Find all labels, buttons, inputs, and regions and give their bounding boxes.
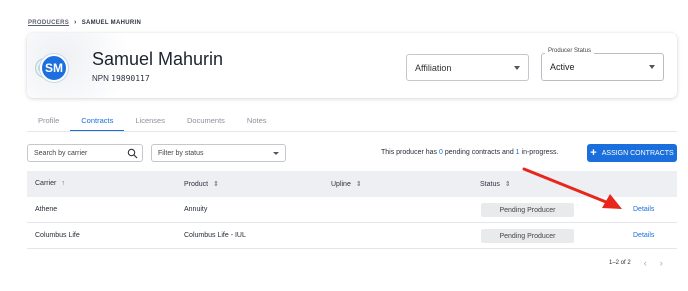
column-header-upline[interactable]: Upline ⇕ xyxy=(331,180,362,189)
table-row: Columbus Life Columbus Life - IUL Pendin… xyxy=(27,223,677,249)
breadcrumb: PRODUCERS › SAMUEL MAHURIN xyxy=(28,19,141,26)
producer-status-label: Producer Status xyxy=(545,48,595,54)
sort-icon[interactable]: ⇕ xyxy=(356,180,362,188)
assign-contracts-button[interactable]: + ASSIGN CONTRACTS xyxy=(587,144,677,162)
status-filter-placeholder: Filter by status xyxy=(158,149,204,157)
caret-down-icon xyxy=(649,65,655,69)
sort-icon[interactable]: ⇕ xyxy=(213,180,219,188)
column-label: Product xyxy=(184,180,209,188)
column-header-carrier[interactable]: Carrier ↑ xyxy=(35,180,65,187)
tab-documents[interactable]: Documents xyxy=(176,112,236,132)
summary-middle: pending contracts and xyxy=(442,149,516,156)
sort-ascending-icon[interactable]: ↑ xyxy=(61,180,65,187)
npn-label: NPN xyxy=(92,74,109,83)
caret-down-icon xyxy=(273,152,279,155)
tab-contracts[interactable]: Contracts xyxy=(70,112,125,132)
status-badge: Pending Producer xyxy=(481,229,574,243)
tab-profile[interactable]: Profile xyxy=(27,112,70,132)
search-input[interactable]: Search by carrier xyxy=(27,144,143,162)
search-placeholder: Search by carrier xyxy=(34,149,88,157)
column-label: Upline xyxy=(331,180,351,188)
chevron-right-icon: › xyxy=(74,19,77,26)
summary-suffix: in-progress. xyxy=(519,149,559,156)
tabs-divider xyxy=(27,131,677,132)
avatar: SM xyxy=(40,54,68,82)
column-header-status[interactable]: Status ⇕ xyxy=(480,180,511,189)
affiliation-value: Affiliation xyxy=(415,62,452,73)
pagination-range: 1–2 of 2 xyxy=(609,260,631,266)
status-badge: Pending Producer xyxy=(481,203,574,217)
contracts-summary: This producer has 0 pending contracts an… xyxy=(381,149,558,156)
details-link[interactable]: Details xyxy=(633,206,654,213)
pagination: 1–2 of 2 ‹ › xyxy=(609,258,663,268)
affiliation-select[interactable]: Affiliation xyxy=(406,54,529,81)
carrier-cell: Athene xyxy=(35,206,58,213)
product-cell: Annuity xyxy=(184,206,208,213)
table-row: Athene Annuity Pending Producer Details xyxy=(27,197,677,223)
details-link[interactable]: Details xyxy=(633,232,654,239)
summary-prefix: This producer has xyxy=(381,149,439,156)
breadcrumb-current: SAMUEL MAHURIN xyxy=(81,19,142,26)
producer-npn: NPN 19890117 xyxy=(92,74,150,83)
tab-notes[interactable]: Notes xyxy=(236,112,278,132)
search-icon[interactable] xyxy=(127,148,138,161)
assign-contracts-label: ASSIGN CONTRACTS xyxy=(601,149,674,157)
breadcrumb-producers-link[interactable]: PRODUCERS xyxy=(28,20,69,26)
chevron-right-icon[interactable]: › xyxy=(660,258,663,268)
column-label: Status xyxy=(480,180,500,188)
column-label: Carrier xyxy=(35,180,57,187)
npn-value: 19890117 xyxy=(111,74,150,83)
plus-icon: + xyxy=(590,147,597,159)
caret-down-icon xyxy=(514,65,520,70)
status-filter-select[interactable]: Filter by status xyxy=(151,144,286,162)
tab-bar: Profile Contracts Licenses Documents Not… xyxy=(27,112,278,132)
producer-status-select[interactable]: Active xyxy=(541,53,664,81)
chevron-left-icon[interactable]: ‹ xyxy=(644,258,647,268)
producer-status-value: Active xyxy=(550,62,575,72)
sort-icon[interactable]: ⇕ xyxy=(505,180,511,188)
product-cell: Columbus Life - IUL xyxy=(184,232,246,239)
column-header-product[interactable]: Product ⇕ xyxy=(184,180,219,189)
table-header: Carrier ↑ Product ⇕ Upline ⇕ Status ⇕ xyxy=(27,171,677,197)
carrier-cell: Columbus Life xyxy=(35,232,80,239)
producer-name: Samuel Mahurin xyxy=(92,49,224,69)
tab-licenses[interactable]: Licenses xyxy=(124,112,176,132)
